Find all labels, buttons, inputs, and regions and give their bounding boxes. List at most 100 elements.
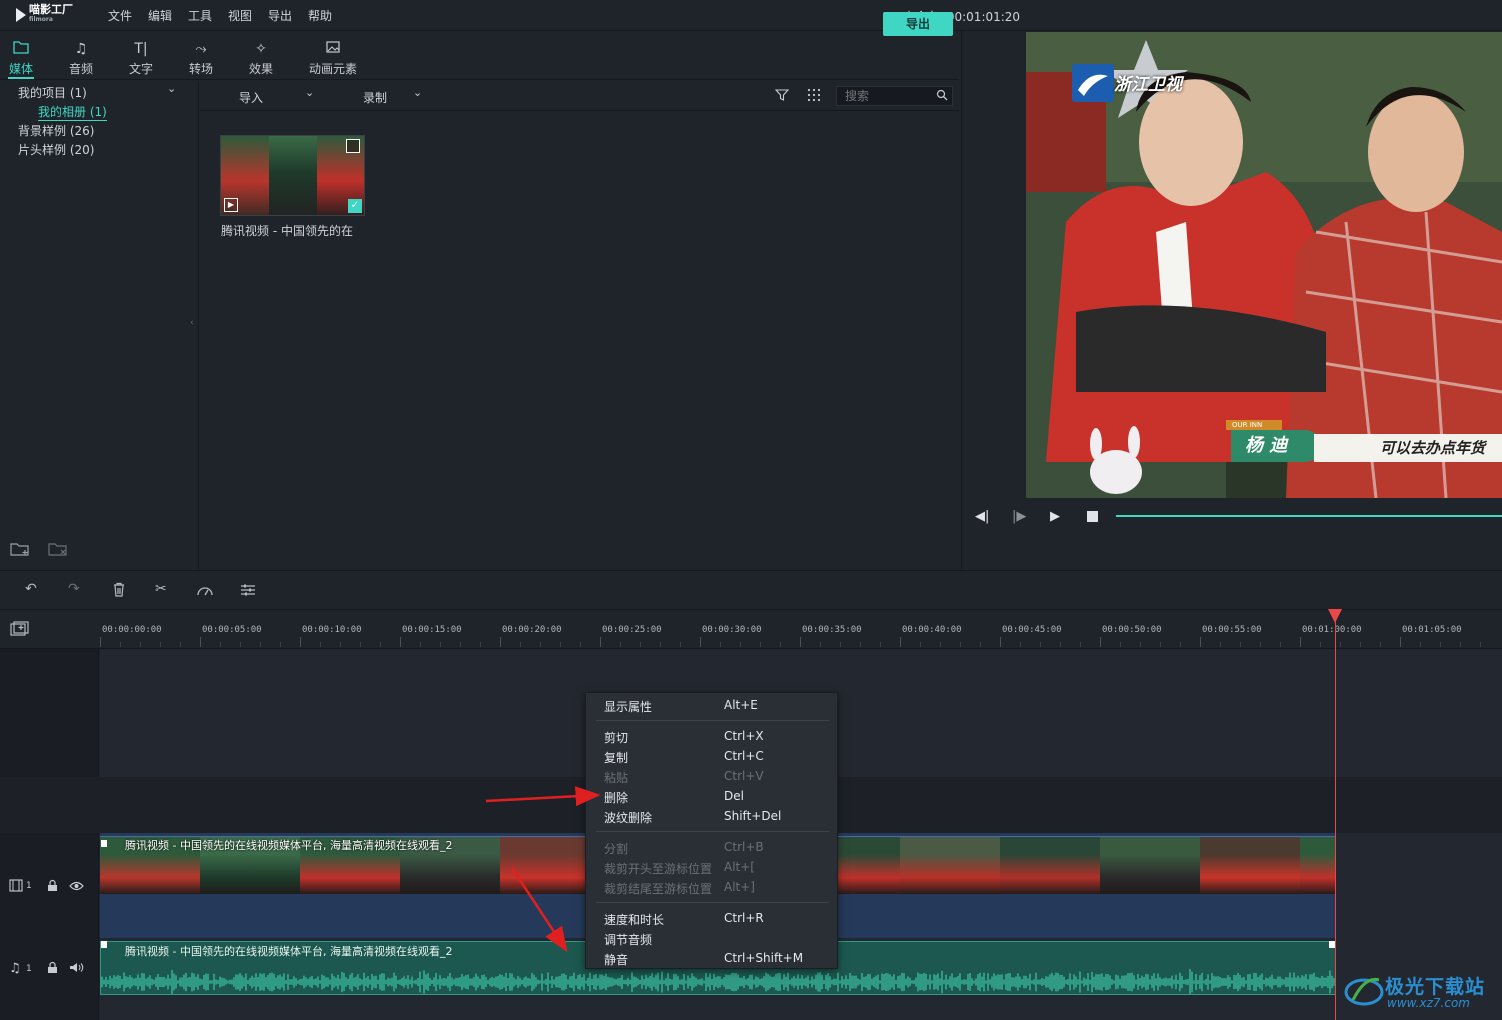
- speed-icon[interactable]: [196, 583, 214, 600]
- search-box[interactable]: [836, 86, 953, 106]
- record-dropdown[interactable]: 录制: [363, 89, 387, 106]
- play-icon[interactable]: ▶: [1050, 509, 1060, 524]
- menu-tools[interactable]: 工具: [188, 7, 212, 24]
- redo-icon[interactable]: ↷: [68, 581, 80, 597]
- ruler-major-tick: [700, 637, 701, 647]
- cm-adjust-audio[interactable]: 调节音频: [604, 928, 824, 948]
- chevron-down-icon[interactable]: ⌄: [167, 82, 176, 95]
- clip-start-marker[interactable]: [101, 840, 107, 847]
- video-track-icon: [9, 879, 23, 895]
- volume-icon[interactable]: [69, 962, 84, 976]
- ruler-minor-tick: [140, 642, 141, 647]
- tab-audio[interactable]: ♫ 音频: [56, 40, 106, 77]
- chevron-down-icon[interactable]: ⌄: [413, 86, 422, 99]
- ruler-minor-tick: [560, 642, 561, 647]
- import-dropdown[interactable]: 导入: [239, 89, 263, 106]
- ruler-label: 00:00:00:00: [102, 625, 162, 635]
- watermark-url: www.xz7.com: [1387, 996, 1470, 1010]
- ruler-major-tick: [1400, 637, 1401, 647]
- export-button[interactable]: 导出: [883, 12, 953, 36]
- cm-show-properties[interactable]: 显示属性 Alt+E: [604, 695, 824, 715]
- ruler-minor-tick: [480, 642, 481, 647]
- ruler-minor-tick: [260, 642, 261, 647]
- ruler-minor-tick: [1080, 642, 1081, 647]
- chevron-down-icon[interactable]: ⌄: [305, 86, 314, 99]
- ruler-label: 00:01:00:00: [1302, 625, 1362, 635]
- playhead-handle[interactable]: [1328, 609, 1342, 623]
- ruler-minor-tick: [840, 642, 841, 647]
- ruler-minor-tick: [360, 642, 361, 647]
- ruler-major-tick: [1000, 637, 1001, 647]
- tab-effects[interactable]: ✧ 效果: [236, 40, 286, 77]
- film-strip-icon: [346, 139, 360, 153]
- cm-trim-end[interactable]: 裁剪结尾至游标位置 Alt+]: [604, 877, 824, 897]
- delete-icon[interactable]: [112, 582, 126, 600]
- menu-file[interactable]: 文件: [108, 7, 132, 24]
- tab-text[interactable]: T| 文字: [116, 40, 166, 77]
- ruler-minor-tick: [820, 642, 821, 647]
- lower-third-name: 杨 迪: [1231, 430, 1321, 462]
- cut-icon[interactable]: ✂: [155, 581, 167, 597]
- menu-divider: [596, 831, 829, 832]
- search-icon[interactable]: [936, 89, 948, 104]
- cm-paste[interactable]: 粘贴 Ctrl+V: [604, 766, 824, 786]
- ruler-minor-tick: [760, 642, 761, 647]
- ruler-label: 00:00:55:00: [1202, 625, 1262, 635]
- ruler-minor-tick: [1440, 642, 1441, 647]
- new-folder-icon[interactable]: [10, 541, 30, 560]
- folder-my-project[interactable]: 我的项目 (1): [18, 84, 87, 101]
- clip-start-marker[interactable]: [101, 941, 107, 948]
- folder-intro-samples[interactable]: 片头样例 (20): [18, 141, 94, 158]
- menu-help[interactable]: 帮助: [308, 7, 332, 24]
- folder-my-album[interactable]: 我的相册 (1): [38, 103, 107, 121]
- collapse-panel-icon[interactable]: ‹: [190, 318, 194, 328]
- ruler-minor-tick: [320, 642, 321, 647]
- active-tab-indicator: [8, 77, 34, 79]
- ruler-major-tick: [900, 637, 901, 647]
- eye-icon[interactable]: [69, 880, 84, 894]
- playhead-line[interactable]: [1335, 610, 1336, 1020]
- menu-edit[interactable]: 编辑: [148, 7, 172, 24]
- stop-icon[interactable]: [1087, 511, 1098, 522]
- tab-elements[interactable]: 动画元素: [303, 40, 363, 77]
- step-forward-icon[interactable]: |▶: [1012, 509, 1026, 524]
- ruler-minor-tick: [420, 642, 421, 647]
- ruler-major-tick: [100, 637, 101, 647]
- ruler-label: 00:00:15:00: [402, 625, 462, 635]
- ruler-minor-tick: [640, 642, 641, 647]
- channel-logo: 浙江卫视: [1114, 75, 1182, 95]
- ruler-minor-tick: [980, 642, 981, 647]
- tab-media[interactable]: 媒体: [0, 40, 46, 77]
- cm-speed-duration[interactable]: 速度和时长 Ctrl+R: [604, 908, 824, 928]
- media-thumbnail[interactable]: ▶ ✓: [220, 135, 365, 216]
- ruler-minor-tick: [460, 642, 461, 647]
- adjust-icon[interactable]: [240, 583, 256, 600]
- cm-cut[interactable]: 剪切 Ctrl+X: [604, 726, 824, 746]
- lock-icon[interactable]: [47, 961, 58, 977]
- ruler-minor-tick: [1140, 642, 1141, 647]
- ruler-minor-tick: [1480, 642, 1481, 647]
- grid-view-icon[interactable]: [807, 88, 821, 105]
- lock-icon[interactable]: [47, 879, 58, 895]
- cm-ripple-delete[interactable]: 波纹删除 Shift+Del: [604, 806, 824, 826]
- tab-transition[interactable]: ⤳ 转场: [176, 40, 226, 77]
- filter-icon[interactable]: [774, 88, 790, 105]
- video-preview: 浙江卫视 OUR INN 杨 迪 可以去办点年货: [1026, 32, 1502, 498]
- cm-trim-start[interactable]: 裁剪开头至游标位置 Alt+[: [604, 857, 824, 877]
- delete-folder-icon[interactable]: [48, 541, 68, 560]
- search-input[interactable]: [845, 89, 935, 103]
- ruler-minor-tick: [240, 642, 241, 647]
- cm-copy[interactable]: 复制 Ctrl+C: [604, 746, 824, 766]
- folder-bg-samples[interactable]: 背景样例 (26): [18, 122, 94, 139]
- thumbnail-frame: [269, 136, 317, 215]
- menu-view[interactable]: 视图: [228, 7, 252, 24]
- cm-delete[interactable]: 删除 Del: [604, 786, 824, 806]
- playback-progress-bar[interactable]: [1116, 515, 1502, 517]
- audio-track-icon: ♫: [9, 961, 21, 976]
- add-track-icon[interactable]: [10, 621, 30, 640]
- undo-icon[interactable]: ↶: [25, 581, 37, 597]
- menu-export[interactable]: 导出: [268, 7, 292, 24]
- cm-mute[interactable]: 静音 Ctrl+Shift+M: [604, 948, 824, 968]
- step-back-icon[interactable]: ◀|: [975, 509, 989, 524]
- cm-split[interactable]: 分割 Ctrl+B: [604, 837, 824, 857]
